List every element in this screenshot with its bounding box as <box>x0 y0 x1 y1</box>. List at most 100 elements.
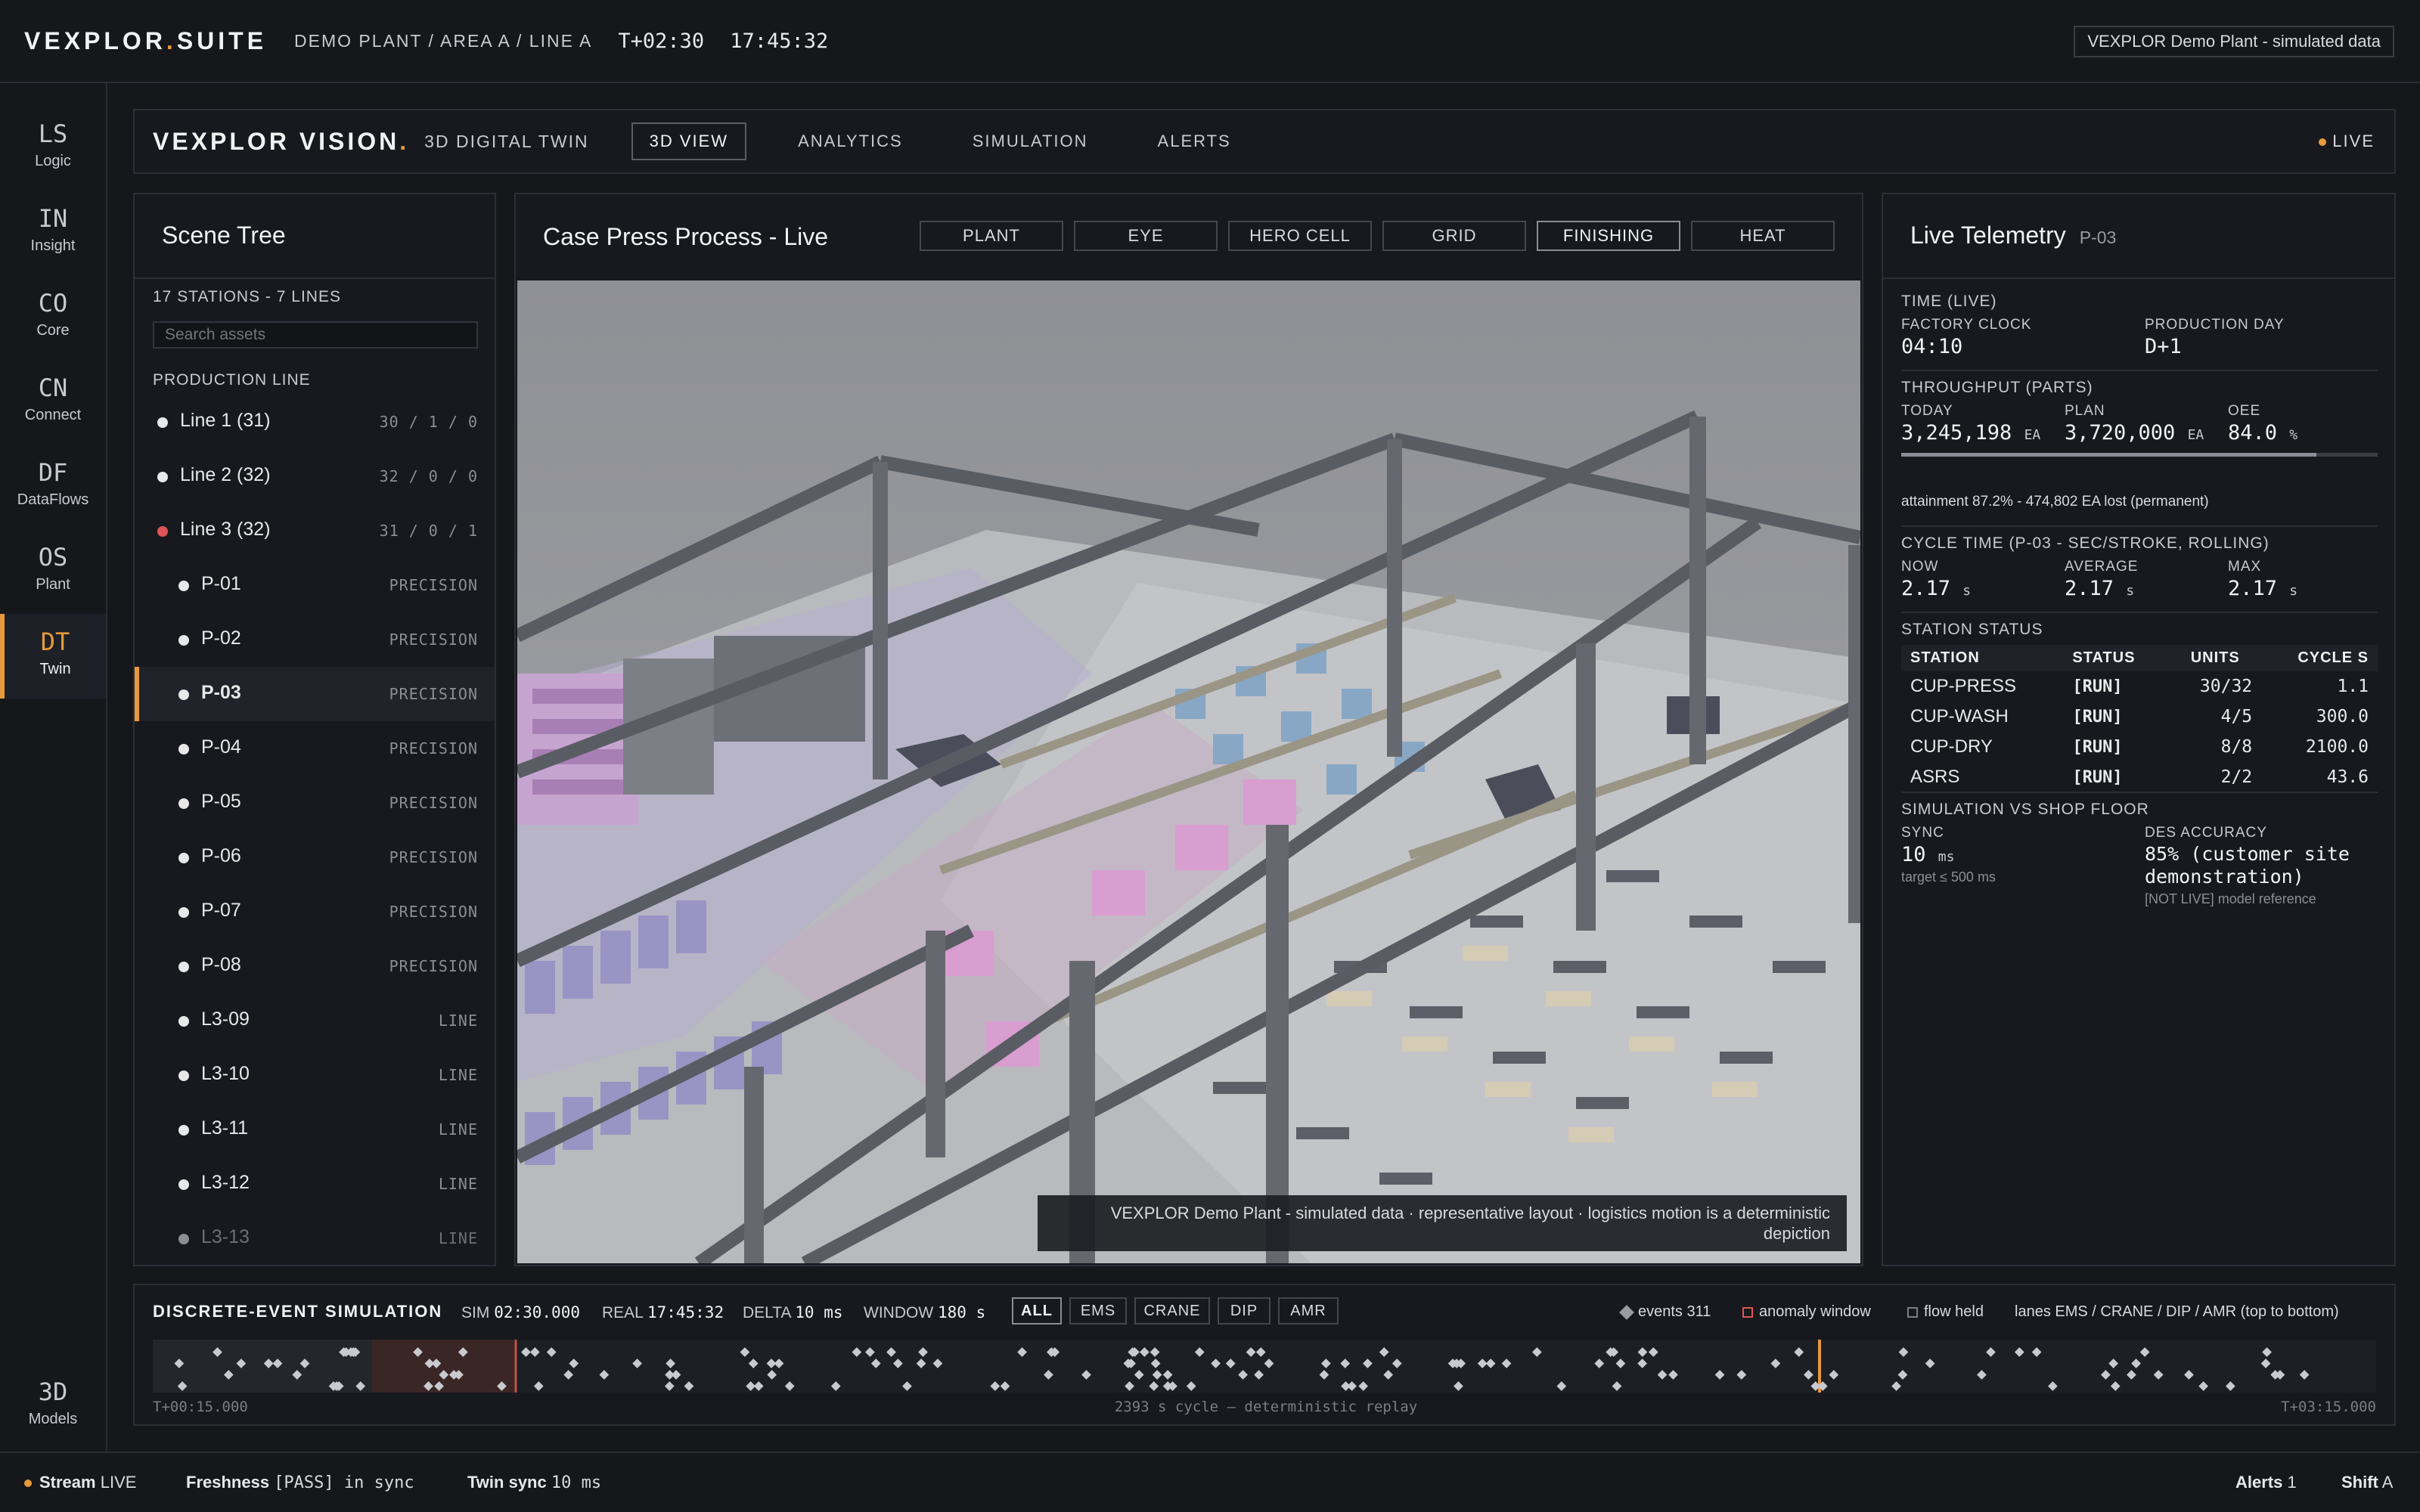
row-meta: 30 / 1 / 0 <box>379 413 478 431</box>
event-marker <box>916 1359 926 1368</box>
oee: OEE 84.0 % <box>2228 403 2297 445</box>
tree-row-p-05[interactable]: P-05 PRECISION <box>135 776 495 830</box>
filter-all[interactable]: ALL <box>1012 1297 1062 1325</box>
tree-row-p-03[interactable]: P-03 PRECISION <box>135 667 495 721</box>
kv-unit: EA <box>2024 427 2041 443</box>
footer-alerts[interactable]: Alerts 1 <box>2235 1473 2297 1492</box>
event-marker <box>990 1381 1001 1391</box>
tree-row-p-01[interactable]: P-01 PRECISION <box>135 558 495 612</box>
event-marker <box>2262 1347 2272 1357</box>
cell-status: [RUN] <box>2072 737 2123 757</box>
event-marker <box>1000 1381 1010 1391</box>
kv-value: D+1 <box>2145 335 2182 358</box>
tree-row-line-3[interactable]: Line 3 (32) 31 / 0 / 1 <box>135 503 495 558</box>
view-finishing-button[interactable]: FINISHING <box>1537 221 1680 251</box>
divider <box>1901 612 2378 613</box>
scene-tree-title: Scene Tree <box>135 194 495 279</box>
tree-row-p-04[interactable]: P-04 PRECISION <box>135 721 495 776</box>
rail-label: Connect <box>24 407 82 423</box>
tree-row-p-08[interactable]: P-08 PRECISION <box>135 939 495 993</box>
tree-row-p-06[interactable]: P-06 PRECISION <box>135 830 495 885</box>
breadcrumb[interactable]: DEMO PLANT / AREA A / LINE A <box>294 31 592 51</box>
row-name: P-04 <box>201 736 241 758</box>
rail-item-twin[interactable]: DT Twin <box>0 614 106 699</box>
event-marker <box>1804 1370 1813 1380</box>
3d-scene-canvas[interactable] <box>517 280 1860 1263</box>
event-marker <box>1594 1359 1605 1368</box>
rail-item-dataflows[interactable]: DF DataFlows <box>0 445 106 529</box>
filter-ems[interactable]: EMS <box>1069 1297 1127 1325</box>
row-name: Line 3 (32) <box>180 519 271 540</box>
footer-shift[interactable]: Shift A <box>2341 1473 2393 1492</box>
tree-row-line-2[interactable]: Line 2 (32) 32 / 0 / 0 <box>135 449 495 503</box>
legend-anomaly: anomaly window <box>1742 1303 1871 1321</box>
table-row[interactable]: CUP-DRY [RUN] 8/8 2100.0 <box>1901 732 2378 762</box>
event-marker <box>932 1359 943 1368</box>
view-eye-button[interactable]: EYE <box>1074 221 1218 251</box>
event-marker <box>1925 1359 1935 1368</box>
row-meta: 31 / 0 / 1 <box>379 522 478 540</box>
tab-3d-view[interactable]: 3D VIEW <box>631 122 747 160</box>
rail-item-plant[interactable]: OS Plant <box>0 529 106 614</box>
event-marker <box>2198 1381 2209 1391</box>
view-plant-button[interactable]: PLANT <box>920 221 1063 251</box>
suite-logo[interactable]: VEXPLOR.SUITE <box>24 27 267 55</box>
footer-value: [PASS] in sync <box>274 1473 414 1492</box>
status-dot-icon <box>157 417 168 428</box>
event-marker <box>1358 1381 1369 1391</box>
event-marker <box>1319 1370 1329 1380</box>
cell-cycle: 300.0 <box>2316 707 2369 727</box>
filter-amr[interactable]: AMR <box>1278 1297 1339 1325</box>
row-meta: PRECISION <box>389 903 478 921</box>
kv-key: NOW <box>1901 559 1939 575</box>
scene-tree-panel: Scene Tree 17 STATIONS - 7 LINES PRODUCT… <box>133 193 496 1266</box>
event-marker <box>1186 1381 1196 1391</box>
event-lanes[interactable] <box>153 1340 2376 1393</box>
event-marker <box>740 1347 750 1357</box>
footer-twin-sync[interactable]: Twin sync 10 ms <box>467 1473 601 1492</box>
event-marker <box>1150 1347 1160 1357</box>
tree-row-l3-11[interactable]: L3-11 LINE <box>135 1102 495 1157</box>
table-row[interactable]: CUP-WASH [RUN] 4/5 300.0 <box>1901 702 2378 732</box>
event-marker <box>521 1347 531 1357</box>
event-marker <box>830 1381 841 1391</box>
event-marker <box>1501 1359 1512 1368</box>
row-name: P-07 <box>201 900 241 921</box>
live-label: LIVE <box>2332 132 2375 150</box>
cell-units: 30/32 <box>2199 677 2253 696</box>
tree-row-l3-09[interactable]: L3-09 LINE <box>135 993 495 1048</box>
event-marker <box>2225 1381 2235 1391</box>
meta-value: 02:30.000 <box>494 1303 580 1321</box>
tree-row-l3-13[interactable]: L3-13 LINE <box>135 1211 495 1265</box>
rail-item-logic[interactable]: LS Logic <box>0 106 106 191</box>
table-row[interactable]: CUP-PRESS [RUN] 30/32 1.1 <box>1901 671 2378 702</box>
tree-row-p-07[interactable]: P-07 PRECISION <box>135 885 495 939</box>
view-heat-button[interactable]: HEAT <box>1691 221 1835 251</box>
event-marker <box>1254 1370 1264 1380</box>
tree-row-line-1[interactable]: Line 1 (31) 30 / 1 / 0 <box>135 395 495 449</box>
rail-item-core[interactable]: CO Core <box>0 275 106 360</box>
footer-freshness[interactable]: Freshness [PASS] in sync <box>186 1473 414 1492</box>
rail-item-insight[interactable]: IN Insight <box>0 191 106 275</box>
tree-row-l3-10[interactable]: L3-10 LINE <box>135 1048 495 1102</box>
row-name: Line 2 (32) <box>180 464 271 485</box>
asset-search-input[interactable] <box>153 321 478 349</box>
filter-dip[interactable]: DIP <box>1218 1297 1270 1325</box>
event-marker <box>563 1370 574 1380</box>
tab-simulation[interactable]: SIMULATION <box>954 122 1106 160</box>
rail-item-models[interactable]: 3D Models <box>0 1364 106 1448</box>
view-hero-cell-button[interactable]: HERO CELL <box>1228 221 1372 251</box>
event-marker <box>1648 1347 1658 1357</box>
tab-alerts[interactable]: ALERTS <box>1140 122 1249 160</box>
table-row[interactable]: ASRS [RUN] 2/2 43.6 <box>1901 762 2378 792</box>
tree-row-p-02[interactable]: P-02 PRECISION <box>135 612 495 667</box>
filter-crane[interactable]: CRANE <box>1134 1297 1210 1325</box>
view-grid-button[interactable]: GRID <box>1382 221 1526 251</box>
footer-stream[interactable]: Stream LIVE <box>24 1473 136 1492</box>
rail-item-connect[interactable]: CN Connect <box>0 360 106 445</box>
anomaly-box-icon <box>1742 1306 1753 1318</box>
tree-row-l3-12[interactable]: L3-12 LINE <box>135 1157 495 1211</box>
station-status-table: STATION STATUS UNITS CYCLE S CUP-PRESS [R… <box>1901 645 2378 792</box>
tab-analytics[interactable]: ANALYTICS <box>780 122 921 160</box>
live-dot-icon <box>2319 138 2327 147</box>
